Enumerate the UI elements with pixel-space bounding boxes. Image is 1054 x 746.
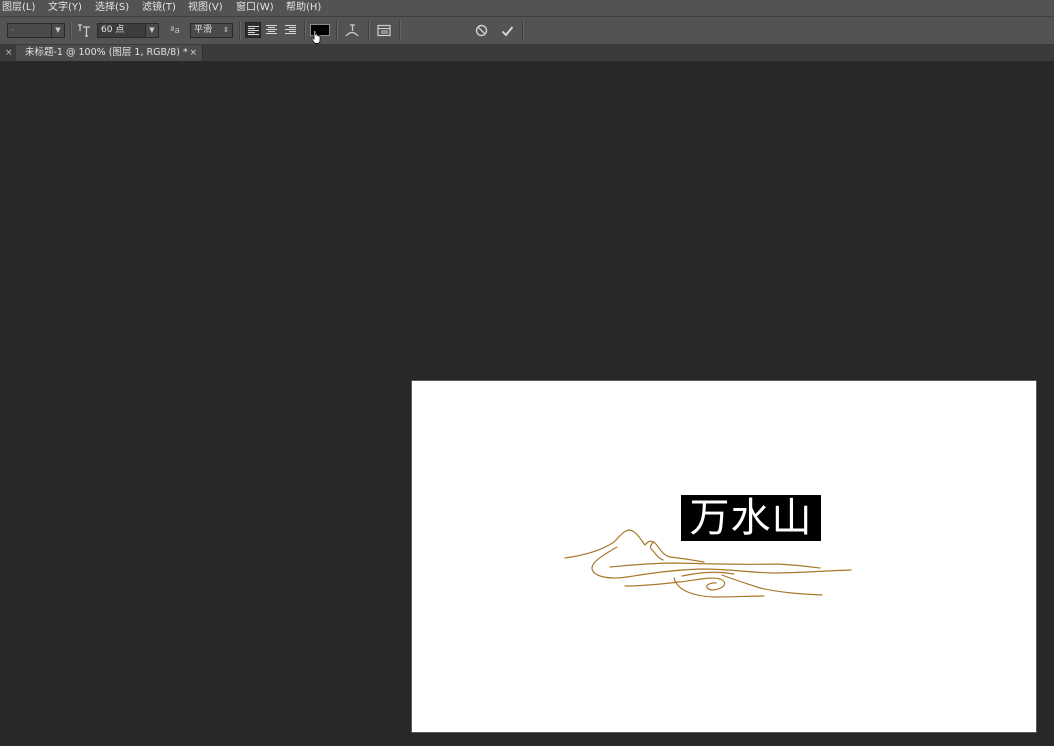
close-icon[interactable]: × <box>5 45 13 61</box>
checkmark-icon[interactable] <box>498 22 516 39</box>
cancel-icon[interactable] <box>472 22 490 39</box>
character-panel-icon[interactable] <box>375 22 393 39</box>
font-size-select[interactable]: 60 点 ▼ <box>97 23 159 38</box>
chevron-down-icon: ▼ <box>51 24 64 37</box>
align-left-icon <box>248 26 259 35</box>
menu-bar: 图层(L) 文字(Y) 选择(S) 滤镜(T) 视图(V) 窗口(W) 帮助(H… <box>0 0 1054 17</box>
menu-window[interactable]: 窗口(W) <box>236 0 274 15</box>
updown-arrows-icon: ⇕ <box>223 26 229 34</box>
document-tab[interactable]: 未标题-1 @ 100% (图层 1, RGB/8) * × <box>16 45 203 61</box>
close-icon[interactable]: × <box>189 45 197 61</box>
options-bar: - ▼ 60 点 ▼ ªa 平滑 ⇕ <box>0 17 1054 45</box>
font-size-value: 60 点 <box>101 25 125 35</box>
align-left-button[interactable] <box>245 22 261 38</box>
menu-help[interactable]: 帮助(H) <box>286 0 321 15</box>
chevron-down-icon: ▼ <box>145 24 158 37</box>
separator <box>368 21 370 40</box>
font-size-icon <box>75 22 93 39</box>
menu-view[interactable]: 视图(V) <box>188 0 223 15</box>
font-family-select[interactable]: - ▼ <box>7 23 65 38</box>
document-tab-bar: × 未标题-1 @ 100% (图层 1, RGB/8) * × <box>0 45 1054 62</box>
document-tab-title: 未标题-1 @ 100% (图层 1, RGB/8) * <box>25 47 188 58</box>
separator <box>399 21 401 40</box>
font-family-value: - <box>11 25 15 35</box>
align-right-icon <box>285 25 296 34</box>
menu-filter[interactable]: 滤镜(T) <box>142 0 176 15</box>
separator <box>336 21 338 40</box>
mountain-cloud-ornament <box>564 529 852 598</box>
separator <box>70 21 72 40</box>
menu-select[interactable]: 选择(S) <box>95 0 129 15</box>
menu-type[interactable]: 文字(Y) <box>48 0 82 15</box>
separator <box>304 21 306 40</box>
document-canvas[interactable]: 万水山 <box>411 380 1037 733</box>
align-right-button[interactable] <box>283 22 299 38</box>
antialias-value: 平滑 <box>194 25 213 35</box>
antialias-icon: ªa <box>170 25 180 36</box>
hand-cursor-icon <box>311 30 321 44</box>
separator <box>239 21 241 40</box>
align-center-icon <box>266 25 277 34</box>
menu-layer[interactable]: 图层(L) <box>2 0 35 15</box>
antialias-select[interactable]: 平滑 ⇕ <box>190 23 233 38</box>
separator <box>522 21 524 40</box>
align-center-button[interactable] <box>264 22 280 38</box>
warp-text-icon[interactable] <box>343 22 361 39</box>
